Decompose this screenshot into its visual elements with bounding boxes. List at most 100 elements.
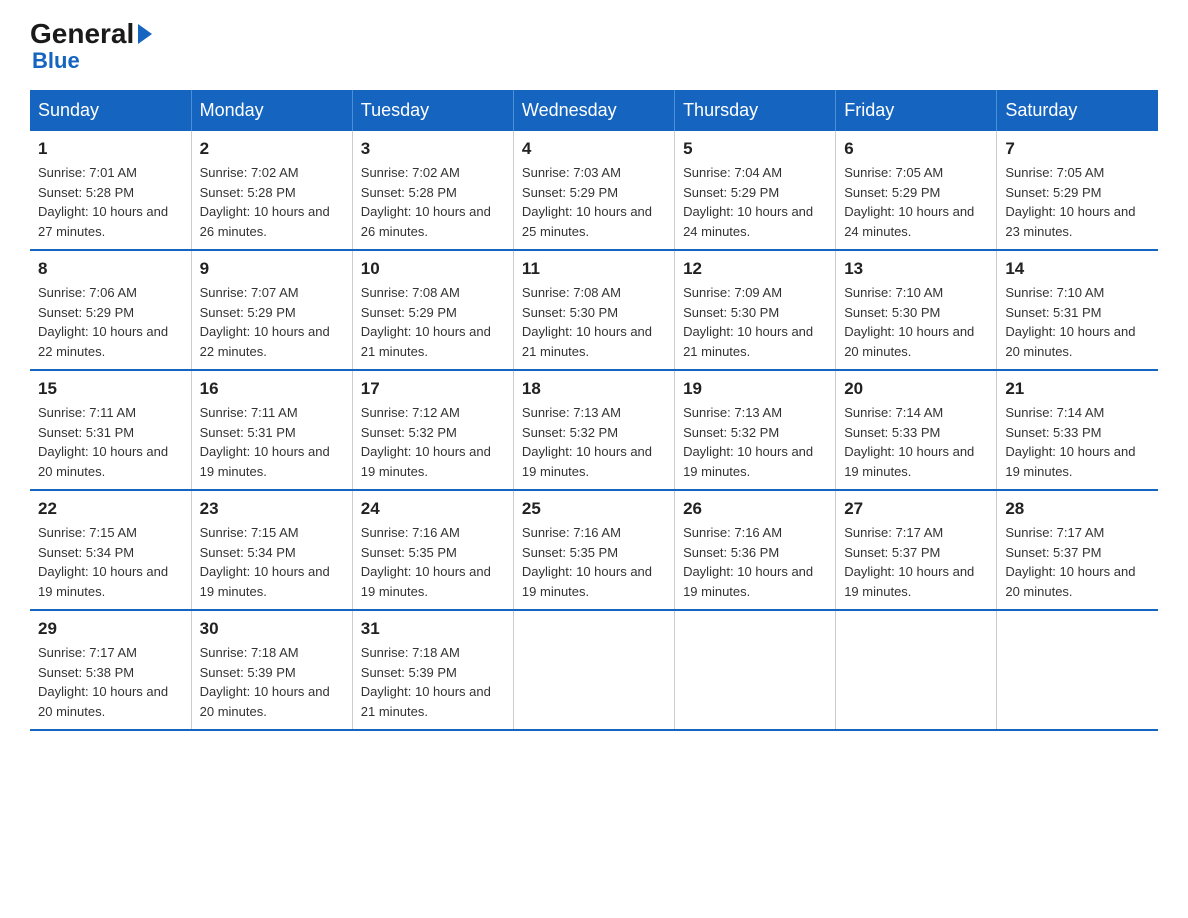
calendar-day-cell: 31 Sunrise: 7:18 AM Sunset: 5:39 PM Dayl…	[352, 610, 513, 730]
day-info: Sunrise: 7:16 AM Sunset: 5:35 PM Dayligh…	[522, 523, 666, 601]
day-number: 3	[361, 139, 505, 159]
day-info: Sunrise: 7:13 AM Sunset: 5:32 PM Dayligh…	[522, 403, 666, 481]
calendar-header-row: SundayMondayTuesdayWednesdayThursdayFrid…	[30, 90, 1158, 131]
calendar-day-cell: 21 Sunrise: 7:14 AM Sunset: 5:33 PM Dayl…	[997, 370, 1158, 490]
day-number: 1	[38, 139, 183, 159]
calendar-day-cell: 5 Sunrise: 7:04 AM Sunset: 5:29 PM Dayli…	[675, 131, 836, 250]
day-info: Sunrise: 7:15 AM Sunset: 5:34 PM Dayligh…	[200, 523, 344, 601]
day-number: 23	[200, 499, 344, 519]
calendar-day-cell: 13 Sunrise: 7:10 AM Sunset: 5:30 PM Dayl…	[836, 250, 997, 370]
day-number: 5	[683, 139, 827, 159]
calendar-day-cell: 27 Sunrise: 7:17 AM Sunset: 5:37 PM Dayl…	[836, 490, 997, 610]
day-number: 27	[844, 499, 988, 519]
calendar-day-cell: 15 Sunrise: 7:11 AM Sunset: 5:31 PM Dayl…	[30, 370, 191, 490]
calendar-day-cell: 10 Sunrise: 7:08 AM Sunset: 5:29 PM Dayl…	[352, 250, 513, 370]
calendar-day-cell: 9 Sunrise: 7:07 AM Sunset: 5:29 PM Dayli…	[191, 250, 352, 370]
day-info: Sunrise: 7:06 AM Sunset: 5:29 PM Dayligh…	[38, 283, 183, 361]
calendar-table: SundayMondayTuesdayWednesdayThursdayFrid…	[30, 90, 1158, 731]
day-number: 12	[683, 259, 827, 279]
calendar-day-cell: 26 Sunrise: 7:16 AM Sunset: 5:36 PM Dayl…	[675, 490, 836, 610]
day-info: Sunrise: 7:10 AM Sunset: 5:31 PM Dayligh…	[1005, 283, 1150, 361]
calendar-day-cell: 29 Sunrise: 7:17 AM Sunset: 5:38 PM Dayl…	[30, 610, 191, 730]
day-number: 14	[1005, 259, 1150, 279]
calendar-day-cell: 28 Sunrise: 7:17 AM Sunset: 5:37 PM Dayl…	[997, 490, 1158, 610]
calendar-week-row: 22 Sunrise: 7:15 AM Sunset: 5:34 PM Dayl…	[30, 490, 1158, 610]
day-info: Sunrise: 7:08 AM Sunset: 5:29 PM Dayligh…	[361, 283, 505, 361]
day-number: 17	[361, 379, 505, 399]
day-info: Sunrise: 7:14 AM Sunset: 5:33 PM Dayligh…	[1005, 403, 1150, 481]
day-number: 18	[522, 379, 666, 399]
day-number: 28	[1005, 499, 1150, 519]
day-number: 10	[361, 259, 505, 279]
day-info: Sunrise: 7:08 AM Sunset: 5:30 PM Dayligh…	[522, 283, 666, 361]
day-number: 26	[683, 499, 827, 519]
calendar-day-cell: 24 Sunrise: 7:16 AM Sunset: 5:35 PM Dayl…	[352, 490, 513, 610]
logo-general-text: General	[30, 20, 152, 48]
calendar-day-cell: 3 Sunrise: 7:02 AM Sunset: 5:28 PM Dayli…	[352, 131, 513, 250]
calendar-day-cell	[675, 610, 836, 730]
day-number: 21	[1005, 379, 1150, 399]
calendar-day-cell: 2 Sunrise: 7:02 AM Sunset: 5:28 PM Dayli…	[191, 131, 352, 250]
calendar-day-cell: 7 Sunrise: 7:05 AM Sunset: 5:29 PM Dayli…	[997, 131, 1158, 250]
day-number: 29	[38, 619, 183, 639]
day-number: 13	[844, 259, 988, 279]
calendar-day-cell: 20 Sunrise: 7:14 AM Sunset: 5:33 PM Dayl…	[836, 370, 997, 490]
day-info: Sunrise: 7:05 AM Sunset: 5:29 PM Dayligh…	[1005, 163, 1150, 241]
calendar-week-row: 1 Sunrise: 7:01 AM Sunset: 5:28 PM Dayli…	[30, 131, 1158, 250]
logo: General Blue	[30, 20, 152, 72]
day-info: Sunrise: 7:15 AM Sunset: 5:34 PM Dayligh…	[38, 523, 183, 601]
calendar-day-cell	[513, 610, 674, 730]
day-number: 2	[200, 139, 344, 159]
calendar-header-sunday: Sunday	[30, 90, 191, 131]
logo-blue-text: Blue	[32, 50, 80, 72]
calendar-day-cell: 12 Sunrise: 7:09 AM Sunset: 5:30 PM Dayl…	[675, 250, 836, 370]
calendar-header-tuesday: Tuesday	[352, 90, 513, 131]
day-info: Sunrise: 7:16 AM Sunset: 5:35 PM Dayligh…	[361, 523, 505, 601]
calendar-week-row: 29 Sunrise: 7:17 AM Sunset: 5:38 PM Dayl…	[30, 610, 1158, 730]
calendar-header-saturday: Saturday	[997, 90, 1158, 131]
calendar-week-row: 15 Sunrise: 7:11 AM Sunset: 5:31 PM Dayl…	[30, 370, 1158, 490]
day-number: 8	[38, 259, 183, 279]
day-info: Sunrise: 7:09 AM Sunset: 5:30 PM Dayligh…	[683, 283, 827, 361]
day-info: Sunrise: 7:11 AM Sunset: 5:31 PM Dayligh…	[200, 403, 344, 481]
day-info: Sunrise: 7:12 AM Sunset: 5:32 PM Dayligh…	[361, 403, 505, 481]
page-header: General Blue	[30, 20, 1158, 72]
day-info: Sunrise: 7:05 AM Sunset: 5:29 PM Dayligh…	[844, 163, 988, 241]
calendar-day-cell	[836, 610, 997, 730]
day-info: Sunrise: 7:16 AM Sunset: 5:36 PM Dayligh…	[683, 523, 827, 601]
calendar-week-row: 8 Sunrise: 7:06 AM Sunset: 5:29 PM Dayli…	[30, 250, 1158, 370]
calendar-day-cell	[997, 610, 1158, 730]
calendar-day-cell: 8 Sunrise: 7:06 AM Sunset: 5:29 PM Dayli…	[30, 250, 191, 370]
calendar-day-cell: 4 Sunrise: 7:03 AM Sunset: 5:29 PM Dayli…	[513, 131, 674, 250]
day-number: 24	[361, 499, 505, 519]
calendar-day-cell: 19 Sunrise: 7:13 AM Sunset: 5:32 PM Dayl…	[675, 370, 836, 490]
day-number: 9	[200, 259, 344, 279]
calendar-day-cell: 23 Sunrise: 7:15 AM Sunset: 5:34 PM Dayl…	[191, 490, 352, 610]
calendar-day-cell: 6 Sunrise: 7:05 AM Sunset: 5:29 PM Dayli…	[836, 131, 997, 250]
calendar-header-thursday: Thursday	[675, 90, 836, 131]
day-info: Sunrise: 7:03 AM Sunset: 5:29 PM Dayligh…	[522, 163, 666, 241]
calendar-header-wednesday: Wednesday	[513, 90, 674, 131]
day-number: 19	[683, 379, 827, 399]
calendar-day-cell: 30 Sunrise: 7:18 AM Sunset: 5:39 PM Dayl…	[191, 610, 352, 730]
day-info: Sunrise: 7:17 AM Sunset: 5:37 PM Dayligh…	[844, 523, 988, 601]
calendar-day-cell: 22 Sunrise: 7:15 AM Sunset: 5:34 PM Dayl…	[30, 490, 191, 610]
day-info: Sunrise: 7:17 AM Sunset: 5:37 PM Dayligh…	[1005, 523, 1150, 601]
day-info: Sunrise: 7:01 AM Sunset: 5:28 PM Dayligh…	[38, 163, 183, 241]
calendar-day-cell: 16 Sunrise: 7:11 AM Sunset: 5:31 PM Dayl…	[191, 370, 352, 490]
logo-arrow-icon	[138, 24, 152, 44]
day-info: Sunrise: 7:07 AM Sunset: 5:29 PM Dayligh…	[200, 283, 344, 361]
day-info: Sunrise: 7:10 AM Sunset: 5:30 PM Dayligh…	[844, 283, 988, 361]
day-number: 15	[38, 379, 183, 399]
calendar-day-cell: 14 Sunrise: 7:10 AM Sunset: 5:31 PM Dayl…	[997, 250, 1158, 370]
day-number: 31	[361, 619, 505, 639]
day-info: Sunrise: 7:11 AM Sunset: 5:31 PM Dayligh…	[38, 403, 183, 481]
day-number: 30	[200, 619, 344, 639]
day-info: Sunrise: 7:04 AM Sunset: 5:29 PM Dayligh…	[683, 163, 827, 241]
day-number: 4	[522, 139, 666, 159]
calendar-day-cell: 25 Sunrise: 7:16 AM Sunset: 5:35 PM Dayl…	[513, 490, 674, 610]
day-number: 22	[38, 499, 183, 519]
day-number: 16	[200, 379, 344, 399]
day-info: Sunrise: 7:17 AM Sunset: 5:38 PM Dayligh…	[38, 643, 183, 721]
calendar-day-cell: 17 Sunrise: 7:12 AM Sunset: 5:32 PM Dayl…	[352, 370, 513, 490]
